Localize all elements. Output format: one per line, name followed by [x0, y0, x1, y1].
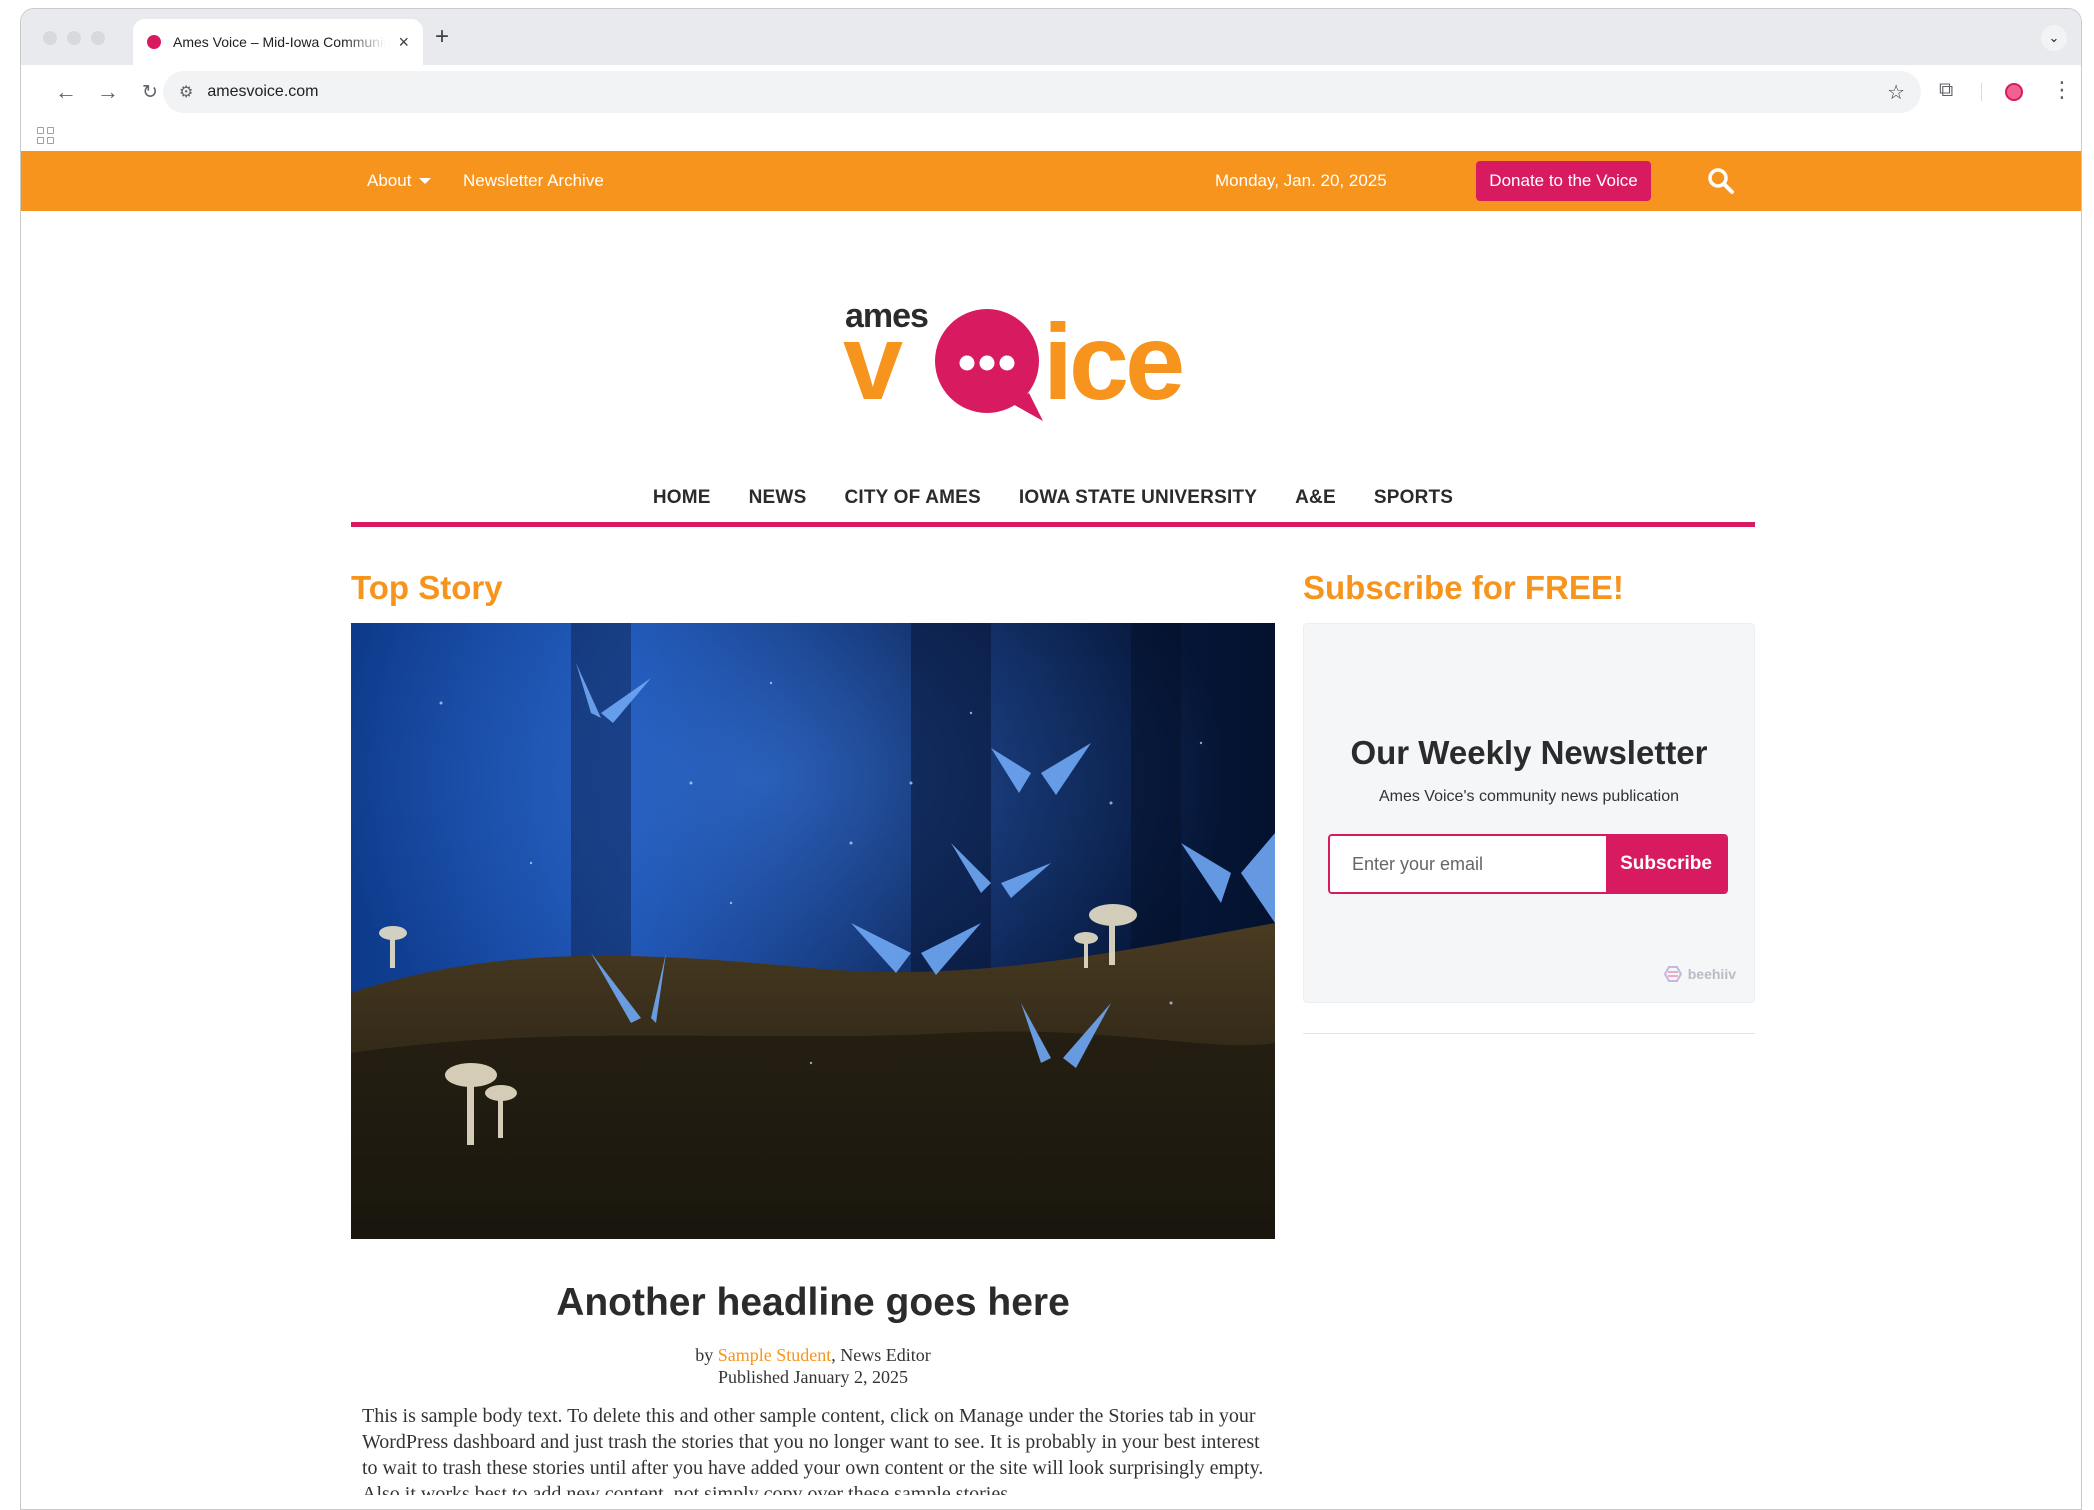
donate-button[interactable]: Donate to the Voice	[1476, 161, 1651, 201]
nav-news[interactable]: NEWS	[749, 487, 807, 522]
sidebar-divider	[1303, 1033, 1755, 1034]
close-window-button[interactable]	[43, 31, 57, 45]
tab-search-chevron-icon[interactable]: ⌄	[2041, 25, 2067, 51]
speech-bubble-icon	[935, 309, 1043, 421]
story-headline[interactable]: Another headline goes here	[351, 1281, 1275, 1325]
about-menu[interactable]: About	[367, 171, 432, 191]
profile-avatar-icon[interactable]	[2005, 83, 2023, 101]
newsletter-archive-link[interactable]: Newsletter Archive	[463, 171, 604, 191]
beehiiv-label: beehiiv	[1687, 966, 1736, 982]
beehiiv-badge[interactable]: beehiiv	[1663, 966, 1736, 982]
subscribe-button[interactable]: Subscribe	[1606, 836, 1726, 892]
story-byline: by Sample Student, News Editor Published…	[351, 1344, 1275, 1388]
window-controls	[43, 31, 105, 45]
newsletter-description: Ames Voice's community news publication	[1378, 788, 1680, 805]
newsletter-form: Subscribe	[1328, 834, 1728, 894]
url-text[interactable]: amesvoice.com	[207, 83, 1887, 101]
author-link[interactable]: Sample Student	[718, 1345, 832, 1365]
site-settings-icon[interactable]: ⚙	[179, 82, 193, 102]
tab-strip: Ames Voice – Mid-Iowa Community News × +…	[21, 9, 2081, 65]
nav-iowa-state-university[interactable]: IOWA STATE UNIVERSITY	[1019, 487, 1257, 522]
browser-toolbar: ← → ↻ ⚙ amesvoice.com ☆ ⧉ ⋮	[21, 65, 2081, 119]
top-story-image[interactable]	[351, 623, 1275, 1239]
reload-icon[interactable]: ↻	[135, 77, 165, 107]
active-tab[interactable]: Ames Voice – Mid-Iowa Community News ×	[133, 19, 423, 65]
back-arrow-icon[interactable]: ←	[51, 77, 81, 107]
forward-arrow-icon[interactable]: →	[93, 77, 123, 107]
nav-city-of-ames[interactable]: CITY OF AMES	[844, 487, 980, 522]
main-navigation: HOME NEWS CITY OF AMES IOWA STATE UNIVER…	[351, 479, 1755, 527]
nav-sports[interactable]: SPORTS	[1374, 487, 1453, 522]
close-tab-icon[interactable]: ×	[398, 33, 409, 51]
current-date: Monday, Jan. 20, 2025	[1215, 171, 1387, 190]
maximize-window-button[interactable]	[91, 31, 105, 45]
new-tab-button[interactable]: +	[435, 25, 449, 49]
minimize-window-button[interactable]	[67, 31, 81, 45]
caret-down-icon	[419, 178, 432, 184]
nav-home[interactable]: HOME	[653, 487, 711, 522]
subscribe-heading: Subscribe for FREE!	[1303, 569, 1624, 606]
byline-by: by	[695, 1345, 714, 1365]
newsletter-signup-widget: Our Weekly Newsletter Ames Voice's commu…	[1303, 623, 1755, 1003]
apps-grid-icon[interactable]	[37, 127, 54, 144]
ames-voice-logo[interactable]: ames v ice	[843, 295, 1273, 435]
about-label: About	[367, 171, 412, 190]
tab-title: Ames Voice – Mid-Iowa Community News	[173, 34, 386, 50]
site-utility-bar: About Newsletter Archive Monday, Jan. 20…	[21, 151, 2081, 211]
newsletter-title: Our Weekly Newsletter	[1350, 734, 1708, 771]
browser-window: Ames Voice – Mid-Iowa Community News × +…	[20, 8, 2082, 1510]
bookmark-star-icon[interactable]: ☆	[1887, 80, 1905, 105]
extensions-puzzle-icon[interactable]: ⧉	[1939, 79, 1953, 102]
logo-v-text: v	[843, 301, 903, 422]
toolbar-divider	[1981, 83, 1982, 101]
site-favicon-icon	[147, 35, 161, 49]
address-bar[interactable]: ⚙ amesvoice.com ☆	[163, 71, 1921, 113]
logo-ice-text: ice	[1043, 301, 1182, 422]
nav-arts-entertainment[interactable]: A&E	[1295, 487, 1336, 522]
publish-date: Published January 2, 2025	[718, 1367, 908, 1387]
search-icon[interactable]	[1707, 167, 1735, 195]
top-story-heading: Top Story	[351, 569, 503, 606]
email-input[interactable]	[1330, 836, 1606, 892]
story-body-text: This is sample body text. To delete this…	[362, 1405, 1264, 1495]
author-role: , News Editor	[831, 1345, 931, 1365]
browser-menu-icon[interactable]: ⋮	[2051, 77, 2073, 103]
beehiiv-logo-icon	[1663, 966, 1682, 982]
